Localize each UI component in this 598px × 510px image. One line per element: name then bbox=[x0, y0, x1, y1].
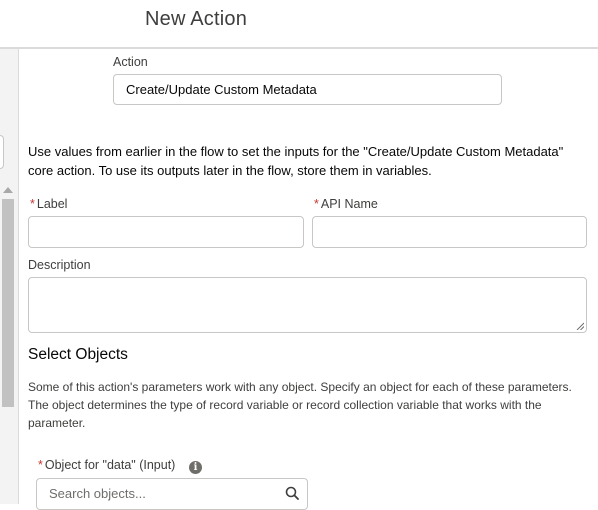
description-textarea[interactable] bbox=[28, 277, 587, 333]
select-objects-heading: Select Objects bbox=[28, 346, 128, 363]
scroll-up-arrow-icon[interactable] bbox=[3, 187, 13, 193]
label-field-label-text: Label bbox=[36, 197, 68, 211]
search-icon bbox=[285, 486, 299, 500]
required-marker: * bbox=[314, 197, 319, 211]
scrollbar-thumb[interactable] bbox=[2, 199, 14, 407]
left-panel-input-edge bbox=[0, 135, 4, 169]
api-name-field-label: * API Name bbox=[314, 197, 378, 211]
action-label: Action bbox=[113, 55, 148, 69]
select-objects-help-text: Some of this action's parameters work wi… bbox=[28, 380, 572, 430]
resize-grip-icon[interactable] bbox=[576, 322, 584, 330]
object-search-input[interactable]: Search objects... bbox=[36, 478, 308, 510]
api-name-field-label-text: API Name bbox=[320, 197, 378, 211]
description-field-label: Description bbox=[28, 258, 91, 272]
info-icon[interactable]: i bbox=[189, 461, 202, 474]
label-field-label: * Label bbox=[30, 197, 67, 211]
modal-header: New Action bbox=[0, 0, 598, 49]
api-name-input[interactable] bbox=[312, 216, 587, 248]
action-field[interactable]: Create/Update Custom Metadata bbox=[113, 74, 502, 105]
object-field-label-text: Object for "data" (Input) bbox=[44, 458, 176, 472]
left-panel bbox=[0, 49, 19, 504]
required-marker: * bbox=[38, 458, 43, 472]
page-title: New Action bbox=[145, 8, 248, 30]
required-marker: * bbox=[30, 197, 35, 211]
object-field-label: * Object for "data" (Input) bbox=[38, 458, 175, 472]
label-input[interactable] bbox=[28, 216, 304, 248]
object-search-placeholder: Search objects... bbox=[49, 486, 146, 501]
intro-text: Use values from earlier in the flow to s… bbox=[28, 144, 564, 178]
